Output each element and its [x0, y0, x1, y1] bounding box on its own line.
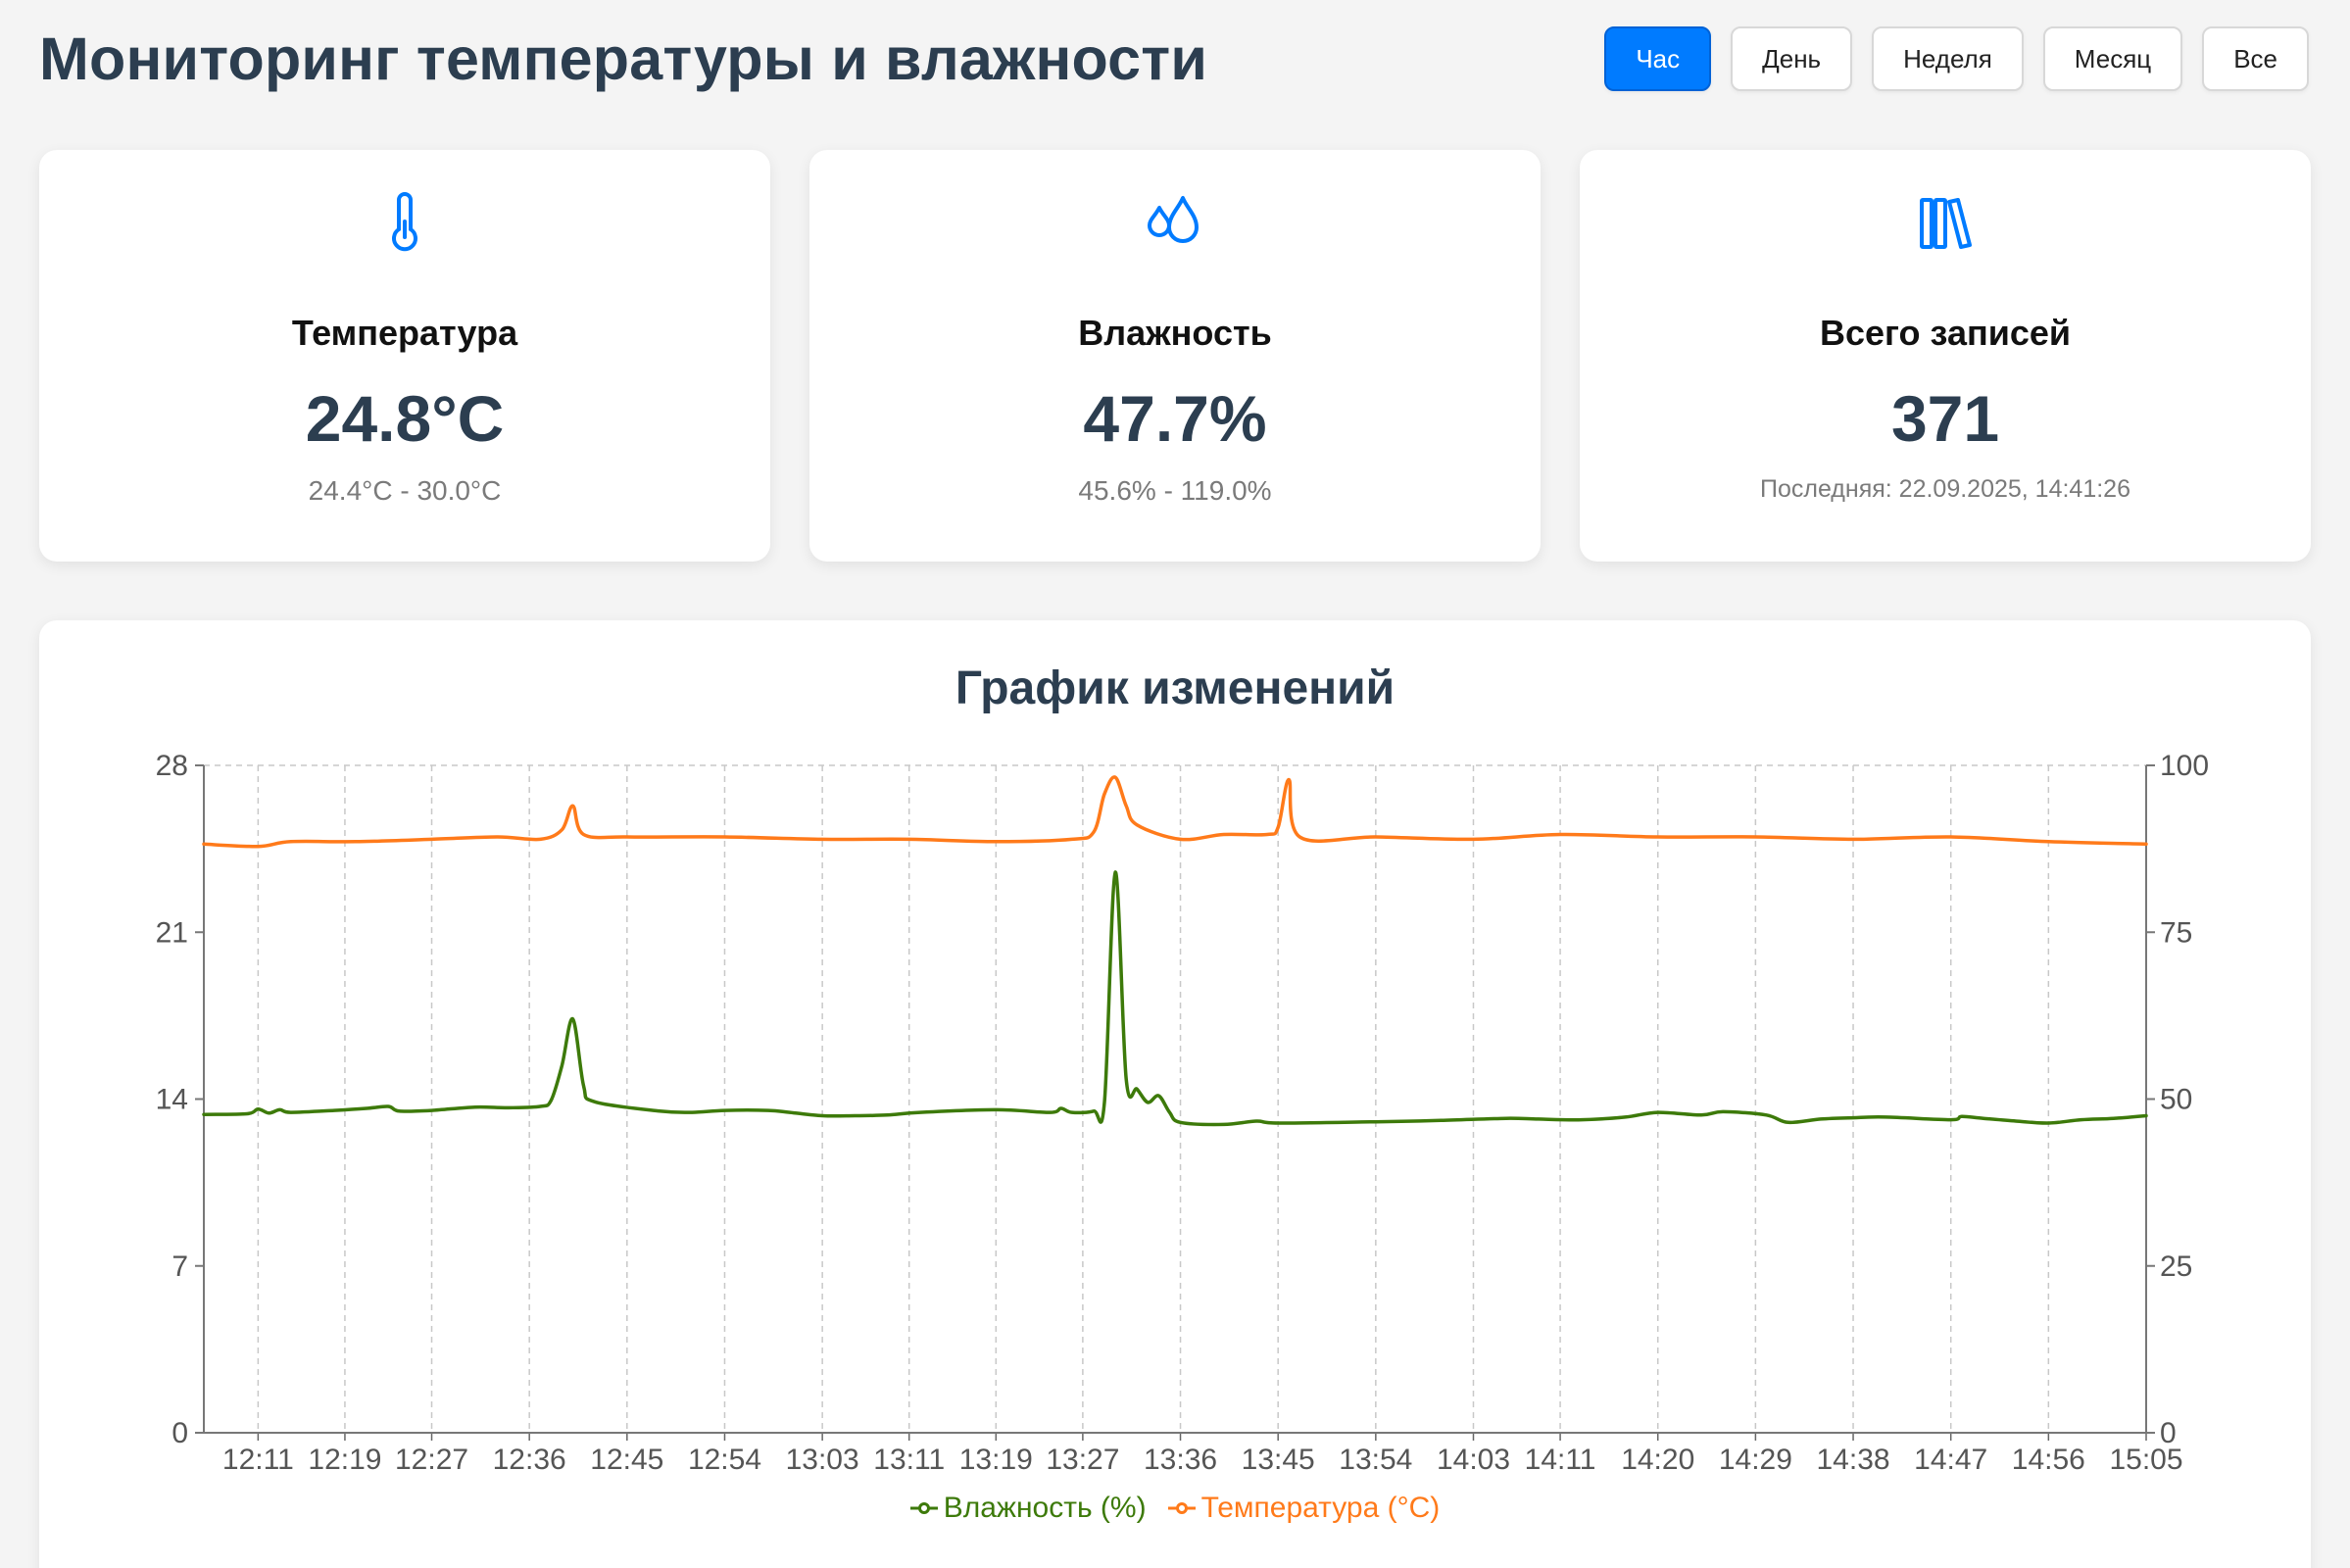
- y-left-tick-label: 7: [171, 1250, 188, 1283]
- droplets-icon: [1141, 189, 1209, 258]
- x-tick-label-13: 14:03: [1437, 1444, 1510, 1476]
- header: Мониторинг температуры и влажности Час Д…: [39, 20, 2311, 98]
- humidity-range: 45.6% - 119.0%: [1078, 475, 1272, 506]
- legend-temperature-marker: [1167, 1502, 1196, 1514]
- period-button-week[interactable]: Неделя: [1872, 26, 2024, 91]
- legend-item-temperature[interactable]: Температура (°C): [1167, 1492, 1441, 1525]
- humidity-series-line: [202, 870, 2148, 1127]
- legend-humidity-label: Влажность (%): [943, 1492, 1147, 1524]
- x-tick-label-2: 12:27: [395, 1444, 468, 1476]
- stats-cards: Температура 24.8°C 24.4°C - 30.0°C Влажн…: [39, 150, 2311, 562]
- temperature-card: Температура 24.8°C 24.4°C - 30.0°C: [39, 150, 770, 562]
- x-tick-label-15: 14:20: [1621, 1444, 1694, 1476]
- records-card: Всего записей 371 Последняя: 22.09.2025,…: [1580, 150, 2311, 562]
- period-selector: Час День Неделя Месяц Все: [1604, 26, 2309, 91]
- x-tick-label-10: 13:36: [1144, 1444, 1217, 1476]
- library-icon: [1911, 189, 1980, 258]
- x-tick-label-1: 12:19: [308, 1444, 381, 1476]
- x-tick-label-4: 12:45: [590, 1444, 663, 1476]
- x-tick-label-0: 12:11: [222, 1444, 294, 1476]
- temperature-value: 24.8°C: [305, 382, 505, 455]
- x-tick-label-11: 13:45: [1242, 1444, 1315, 1476]
- x-tick-label-7: 13:11: [873, 1444, 945, 1476]
- humidity-title: Влажность: [1078, 313, 1272, 353]
- records-title: Всего записей: [1819, 313, 2072, 353]
- x-tick-label-8: 13:19: [959, 1444, 1033, 1476]
- y-right-tick-label: 75: [2160, 916, 2192, 949]
- thermometer-icon: [370, 189, 439, 258]
- y-right-tick-label: 50: [2160, 1084, 2192, 1116]
- y-left-tick-label: 21: [156, 916, 188, 949]
- x-tick-label-3: 12:36: [493, 1444, 566, 1476]
- y-left-tick-label: 14: [156, 1084, 188, 1116]
- page-title: Мониторинг температуры и влажности: [39, 25, 1208, 92]
- legend-temperature-label: Температура (°C): [1200, 1492, 1441, 1524]
- period-button-month[interactable]: Месяц: [2042, 26, 2183, 91]
- legend-humidity-marker: [909, 1502, 938, 1514]
- x-tick-label-17: 14:38: [1817, 1444, 1890, 1476]
- period-button-all[interactable]: Все: [2202, 26, 2309, 91]
- x-tick-label-5: 12:54: [688, 1444, 761, 1476]
- x-tick-label-19: 14:56: [2012, 1444, 2085, 1476]
- y-right-tick-label: 25: [2160, 1250, 2192, 1283]
- temperature-range: 24.4°C - 30.0°C: [308, 475, 502, 506]
- chart-legend: Влажность (%) Температура (°C): [39, 1492, 2311, 1525]
- line-chart: 12:11 12:19 12:27 12:36 12:45 12:54 13:03 13:11…: [156, 750, 2209, 1476]
- temperature-series-line: [202, 775, 2148, 849]
- x-tick-label-9: 13:27: [1046, 1444, 1119, 1476]
- chart-panel: График изменений 12:11 12:19 12:27 12:36 12:…: [39, 620, 2311, 1568]
- records-value: 371: [1890, 382, 2000, 455]
- x-tick-label-14: 14:11: [1525, 1444, 1596, 1476]
- y-right-tick-label: 0: [2160, 1417, 2177, 1449]
- humidity-value: 47.7%: [1083, 382, 1267, 455]
- temperature-title: Температура: [291, 313, 518, 353]
- records-last-timestamp: Последняя: 22.09.2025, 14:41:26: [1759, 475, 2130, 503]
- period-button-hour[interactable]: Час: [1604, 26, 1712, 91]
- humidity-card: Влажность 47.7% 45.6% - 119.0%: [809, 150, 1541, 562]
- x-tick-label-6: 13:03: [786, 1444, 859, 1476]
- y-left-tick-label: 28: [156, 750, 188, 782]
- period-button-day[interactable]: День: [1731, 26, 1853, 91]
- y-left-tick-label: 0: [171, 1417, 188, 1449]
- legend-item-humidity[interactable]: Влажность (%): [909, 1492, 1147, 1525]
- y-right-tick-label: 100: [2160, 750, 2209, 782]
- x-tick-label-16: 14:29: [1719, 1444, 1792, 1476]
- x-tick-label-12: 13:54: [1339, 1444, 1412, 1476]
- x-tick-label-18: 14:47: [1914, 1444, 1987, 1476]
